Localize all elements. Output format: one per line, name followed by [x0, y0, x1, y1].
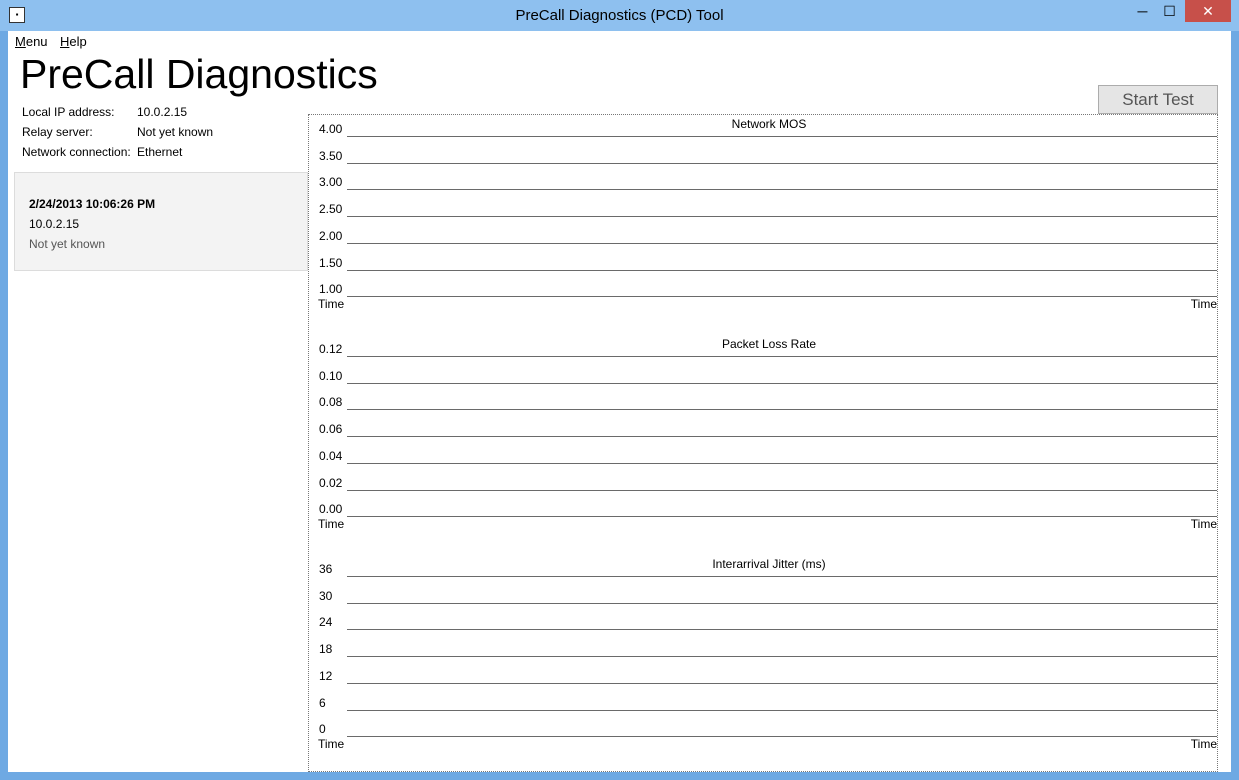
y-tick-label: 6 — [319, 695, 326, 710]
session-relay: Not yet known — [29, 237, 106, 251]
info-value: Not yet known — [137, 125, 214, 139]
menu-label: enu — [25, 34, 48, 49]
maximize-button[interactable]: ☐ — [1157, 0, 1182, 22]
grid-line — [347, 216, 1217, 218]
y-tick-label: 36 — [319, 562, 333, 576]
grid-line — [347, 189, 1217, 191]
grid-line — [347, 409, 1217, 411]
grid-line — [347, 269, 1217, 271]
session-card[interactable]: 2/24/2013 10:06:26 PM 10.0.2.15 Not yet … — [14, 172, 308, 271]
grid-line — [347, 436, 1217, 438]
x-axis-start-label: Time — [318, 737, 345, 752]
charts-panel: Network MOS 4.00 3.50 3.00 2.50 2.00 1.50 1.00… — [308, 114, 1218, 772]
y-tick-label: 0.02 — [319, 475, 343, 490]
info-label: Relay server: — [22, 125, 93, 139]
y-tick-label: 0.12 — [319, 342, 343, 356]
menu-label: elp — [69, 34, 87, 49]
grid-line — [347, 296, 1217, 298]
y-tick-label: 30 — [319, 588, 333, 603]
grid-line — [347, 162, 1217, 164]
y-tick-label: 0 — [319, 722, 326, 737]
grid-line — [347, 462, 1217, 464]
y-tick-label: 12 — [319, 668, 333, 683]
chart-packet-loss-rate: Packet Loss Rate 0.12 0.10 0.08 0.06 0.04 0.0… — [309, 335, 1217, 550]
page-title: PreCall Diagnostics — [20, 51, 378, 97]
grid-line — [347, 576, 1217, 577]
start-test-button[interactable]: Start Test — [1098, 85, 1218, 114]
grid-line — [347, 382, 1217, 384]
y-tick-label: 0.08 — [319, 395, 343, 410]
grid-line — [347, 489, 1217, 491]
grid-line — [347, 356, 1217, 357]
grid-line — [347, 682, 1217, 684]
y-tick-label: 3.00 — [319, 175, 343, 190]
info-value: 10.0.2.15 — [137, 105, 188, 119]
y-tick-label: 0.10 — [319, 368, 343, 383]
x-axis-start-label: Time — [318, 297, 345, 312]
y-tick-label: 3.50 — [319, 148, 343, 163]
grid-line — [347, 656, 1217, 658]
menu-accel: H — [60, 34, 70, 49]
x-axis-end-label: Time — [1190, 297, 1217, 312]
grid-line — [347, 709, 1217, 711]
menu-bar: Menu Help — [8, 31, 308, 51]
app-window: ▪ PreCall Diagnostics (PCD) Tool ─ ☐ ✕ M… — [0, 0, 1239, 780]
close-button[interactable]: ✕ — [1185, 0, 1231, 22]
y-tick-label: 0.00 — [319, 502, 343, 517]
y-tick-label: 0.06 — [319, 422, 343, 437]
chart-title: Interarrival Jitter (ms) — [712, 557, 826, 571]
grid-line — [347, 242, 1217, 244]
grid-line — [347, 736, 1217, 738]
y-tick-label: 4.00 — [319, 122, 343, 136]
y-tick-label: 2.00 — [319, 228, 343, 243]
chart-title: Network MOS — [731, 117, 807, 131]
session-ip: 10.0.2.15 — [29, 217, 80, 231]
y-tick-label: 2.50 — [319, 202, 343, 217]
info-value: Ethernet — [137, 145, 183, 159]
session-timestamp: 2/24/2013 10:06:26 PM — [29, 197, 156, 211]
x-axis-end-label: Time — [1190, 517, 1217, 532]
title-bar[interactable]: ▪ PreCall Diagnostics (PCD) Tool ─ ☐ ✕ — [0, 0, 1239, 31]
x-axis-start-label: Time — [318, 517, 345, 532]
menu-accel: M — [15, 34, 26, 49]
grid-line — [347, 629, 1217, 631]
chart-interarrival-jitter: Interarrival Jitter (ms) 36 30 24 18 12 6 0 Tim… — [309, 555, 1217, 770]
grid-line — [347, 602, 1217, 604]
menu-item-help[interactable]: Help — [60, 34, 87, 49]
minimize-button[interactable]: ─ — [1130, 0, 1155, 22]
chart-network-mos: Network MOS 4.00 3.50 3.00 2.50 2.00 1.50 1.00… — [309, 115, 1217, 330]
y-tick-label: 1.00 — [319, 282, 343, 297]
y-tick-label: 1.50 — [319, 255, 343, 270]
chart-title: Packet Loss Rate — [721, 337, 817, 351]
window-title: PreCall Diagnostics (PCD) Tool — [515, 7, 724, 24]
client-area: Menu Help PreCall Diagnostics Start Test… — [8, 31, 1231, 772]
info-label: Network connection: — [22, 145, 131, 159]
grid-line — [347, 136, 1217, 137]
menu-item-menu[interactable]: Menu — [15, 34, 48, 49]
x-axis-end-label: Time — [1190, 737, 1217, 752]
y-tick-label: 18 — [319, 642, 333, 657]
y-tick-label: 24 — [319, 615, 333, 630]
grid-line — [347, 516, 1217, 518]
info-label: Local IP address: — [22, 105, 115, 119]
y-tick-label: 0.04 — [319, 448, 343, 463]
